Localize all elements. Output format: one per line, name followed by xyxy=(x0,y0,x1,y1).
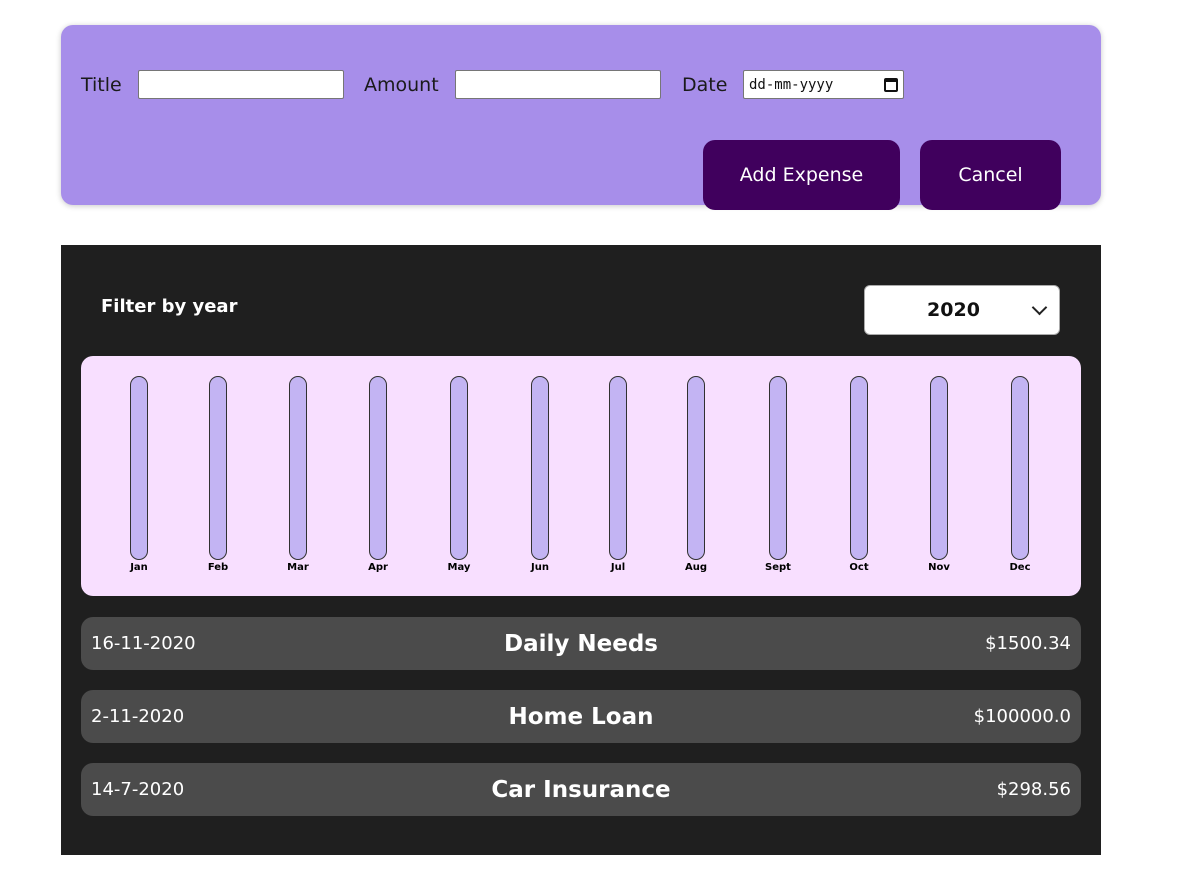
expenses-chart: Jan Feb Mar Apr May Jun Jul Aug Sept Oct Nov Dec xyxy=(81,356,1081,596)
date-input[interactable]: dd-mm-yyyy xyxy=(743,70,904,99)
date-placeholder: dd-mm-yyyy xyxy=(749,76,834,93)
date-label: Date xyxy=(682,74,728,96)
chart-bar-track xyxy=(450,376,468,560)
amount-label: Amount xyxy=(364,74,439,96)
title-input[interactable] xyxy=(138,70,344,99)
chart-bar-label: Aug xyxy=(684,562,708,573)
expense-date: 16-11-2020 xyxy=(91,633,196,654)
title-label: Title xyxy=(81,74,122,96)
expense-date: 2-11-2020 xyxy=(91,706,185,727)
chart-bar-may: May xyxy=(429,376,489,573)
calendar-icon[interactable] xyxy=(884,77,898,92)
chart-bar-track xyxy=(687,376,705,560)
chart-bar-dec: Dec xyxy=(990,376,1050,573)
chart-bar-label: Sept xyxy=(765,562,791,573)
expense-item[interactable]: 2-11-2020 Home Loan $100000.0 xyxy=(81,690,1081,743)
expense-amount: $298.56 xyxy=(996,779,1071,800)
expense-item[interactable]: 14-7-2020 Car Insurance $298.56 xyxy=(81,763,1081,816)
chart-bar-feb: Feb xyxy=(188,376,248,573)
chart-bar-label: Mar xyxy=(287,562,309,573)
selected-year: 2020 xyxy=(927,299,980,321)
chart-bar-track xyxy=(130,376,148,560)
chart-bar-nov: Nov xyxy=(909,376,969,573)
chart-bar-label: May xyxy=(447,562,471,573)
chart-bar-label: Nov xyxy=(928,562,950,573)
chevron-down-icon xyxy=(1031,299,1048,316)
chart-bar-label: Jul xyxy=(610,562,626,573)
expense-title: Daily Needs xyxy=(504,630,658,657)
expenses-panel: Filter by year 2020 Jan Feb Mar Apr May Jun Ju… xyxy=(61,245,1101,855)
chart-bar-track xyxy=(930,376,948,560)
chart-bar-mar: Mar xyxy=(268,376,328,573)
chart-bar-track xyxy=(209,376,227,560)
cancel-button[interactable]: Cancel xyxy=(920,140,1061,210)
chart-bar-track xyxy=(850,376,868,560)
chart-bar-jan: Jan xyxy=(109,376,169,573)
chart-bar-label: Jun xyxy=(531,562,549,573)
chart-bar-track xyxy=(1011,376,1029,560)
chart-bar-track xyxy=(369,376,387,560)
chart-bar-track xyxy=(609,376,627,560)
add-expense-button[interactable]: Add Expense xyxy=(703,140,900,210)
expense-amount: $1500.34 xyxy=(985,633,1071,654)
chart-bar-label: Feb xyxy=(207,562,229,573)
chart-bar-oct: Oct xyxy=(829,376,889,573)
filter-label: Filter by year xyxy=(101,296,238,317)
new-expense-form: Title Amount Date dd-mm-yyyy Add Expense… xyxy=(61,25,1101,210)
chart-bar-jul: Jul xyxy=(588,376,648,573)
expense-date: 14-7-2020 xyxy=(91,779,185,800)
chart-bar-track xyxy=(289,376,307,560)
chart-bar-label: Oct xyxy=(849,562,869,573)
amount-input[interactable] xyxy=(455,70,661,99)
chart-bar-label: Apr xyxy=(368,562,388,573)
chart-bar-aug: Aug xyxy=(666,376,726,573)
chart-bar-apr: Apr xyxy=(348,376,408,573)
chart-bar-sept: Sept xyxy=(748,376,808,573)
chart-bar-track xyxy=(769,376,787,560)
expense-title: Home Loan xyxy=(508,703,654,730)
chart-bar-jun: Jun xyxy=(510,376,570,573)
chart-bar-label: Jan xyxy=(130,562,148,573)
chart-bar-label: Dec xyxy=(1009,562,1031,573)
year-select[interactable]: 2020 xyxy=(864,285,1060,335)
expense-amount: $100000.0 xyxy=(973,706,1071,727)
chart-bar-track xyxy=(531,376,549,560)
expense-title: Car Insurance xyxy=(491,776,671,803)
expense-item[interactable]: 16-11-2020 Daily Needs $1500.34 xyxy=(81,617,1081,670)
